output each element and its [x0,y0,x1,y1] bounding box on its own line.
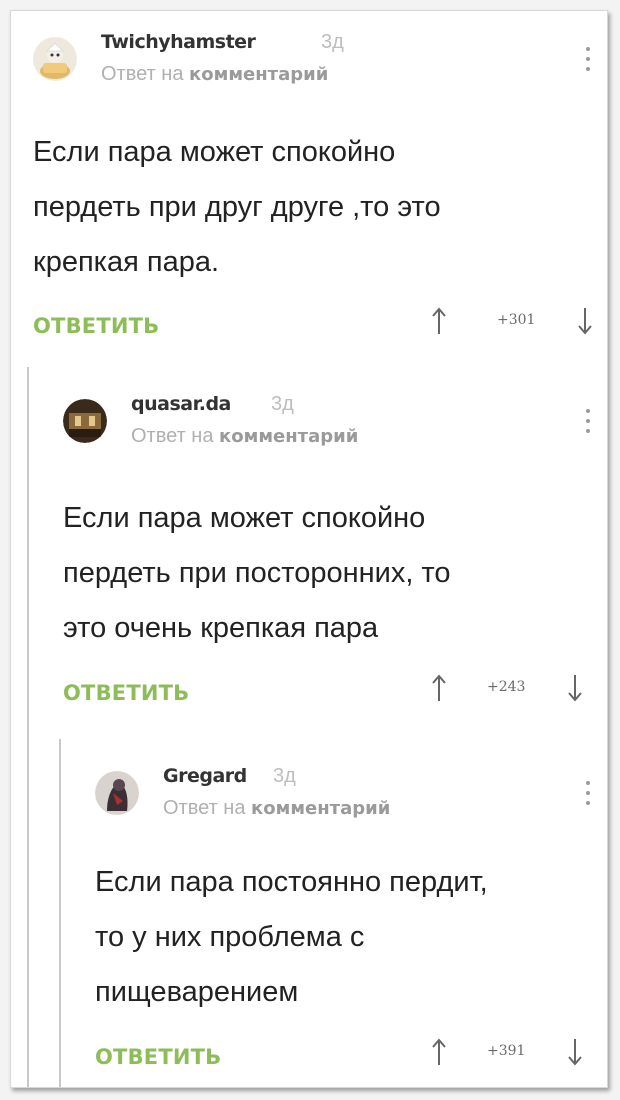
avatar-dark-figure[interactable] [95,771,139,815]
comment-line: Если пара может спокойно [33,136,396,168]
vote-widget: +391 [429,1037,593,1067]
reply-to-line: Ответ на комментарий [131,425,358,448]
comment-header: Twichyhamster 3д Ответ на комментарий [33,29,593,89]
upvote-arrow-icon[interactable] [429,1037,449,1067]
comment-line: Если пара постоянно пердит, [95,866,488,898]
username[interactable]: Gregard [163,765,247,787]
comment-3: Gregard 3д Ответ на комментарий Если пар… [95,763,593,1083]
comment-line: Если пара может спокойно [63,502,426,534]
more-vertical-icon[interactable] [585,781,591,811]
downvote-arrow-icon[interactable] [565,1037,585,1067]
comment-line: пердеть при друг друге ,то это [33,191,441,223]
more-vertical-icon[interactable] [585,47,591,77]
reply-to-prefix: Ответ на [163,797,246,819]
comment-line: крепкая пара. [33,246,220,278]
comment-body: Если пара может спокойно пердеть при дру… [33,125,593,290]
reply-to-line: Ответ на комментарий [101,63,328,86]
reply-button[interactable]: ОТВЕТИТЬ [33,314,159,338]
reply-to-link[interactable]: комментарий [251,798,390,819]
comment-line: пищеварением [95,976,299,1008]
upvote-arrow-icon[interactable] [429,306,449,336]
avatar-hamster[interactable] [33,37,77,81]
vote-score: +243 [487,679,526,695]
comment-header: Gregard 3д Ответ на комментарий [95,763,593,823]
comment-2: quasar.da 3д Ответ на комментарий Если п… [63,391,593,721]
comment-line: это очень крепкая пара [63,612,379,644]
username[interactable]: Twichyhamster [101,31,256,53]
comment-thread: Twichyhamster 3д Ответ на комментарий Ес… [10,10,608,1088]
vote-widget: +301 [429,306,593,336]
reply-to-prefix: Ответ на [131,425,214,447]
thread-line-level-2 [59,739,61,1087]
timestamp: 3д [321,31,344,53]
reply-to-link[interactable]: комментарий [189,64,328,85]
vote-score: +301 [497,312,536,328]
comment-body: Если пара может спокойно пердеть при пос… [63,491,593,656]
upvote-arrow-icon[interactable] [429,673,449,703]
downvote-arrow-icon[interactable] [565,673,585,703]
vote-score: +391 [487,1043,526,1059]
reply-button[interactable]: ОТВЕТИТЬ [63,681,189,705]
reply-to-line: Ответ на комментарий [163,797,390,820]
thread-line-level-1 [27,367,29,1087]
timestamp: 3д [273,765,296,787]
vote-widget: +243 [429,673,593,703]
comment-1: Twichyhamster 3д Ответ на комментарий Ес… [33,29,593,359]
comment-line: то у них проблема с [95,921,365,953]
reply-button[interactable]: ОТВЕТИТЬ [95,1045,221,1069]
reply-to-prefix: Ответ на [101,63,184,85]
downvote-arrow-icon[interactable] [575,306,595,336]
comment-line: пердеть при посторонних, то [63,557,451,589]
timestamp: 3д [271,393,294,415]
comment-header: quasar.da 3д Ответ на комментарий [63,391,593,451]
username[interactable]: quasar.da [131,393,231,415]
comment-body: Если пара постоянно пердит, то у них про… [95,855,593,1020]
avatar-room[interactable] [63,399,107,443]
more-vertical-icon[interactable] [585,409,591,439]
reply-to-link[interactable]: комментарий [219,426,358,447]
